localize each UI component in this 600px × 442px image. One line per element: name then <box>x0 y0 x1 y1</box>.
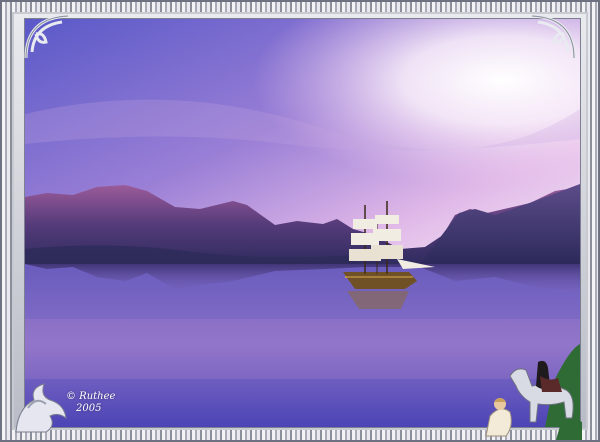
signature-year: 2005 <box>76 403 102 414</box>
horse-rider-icon <box>485 360 582 440</box>
ornament-corner-icon <box>531 14 576 59</box>
ornament-corner-icon <box>24 14 69 59</box>
artist-signature: © Ruthee 2005 <box>66 391 115 415</box>
griffin-icon <box>15 383 67 433</box>
signature-name: © Ruthee <box>66 391 116 402</box>
